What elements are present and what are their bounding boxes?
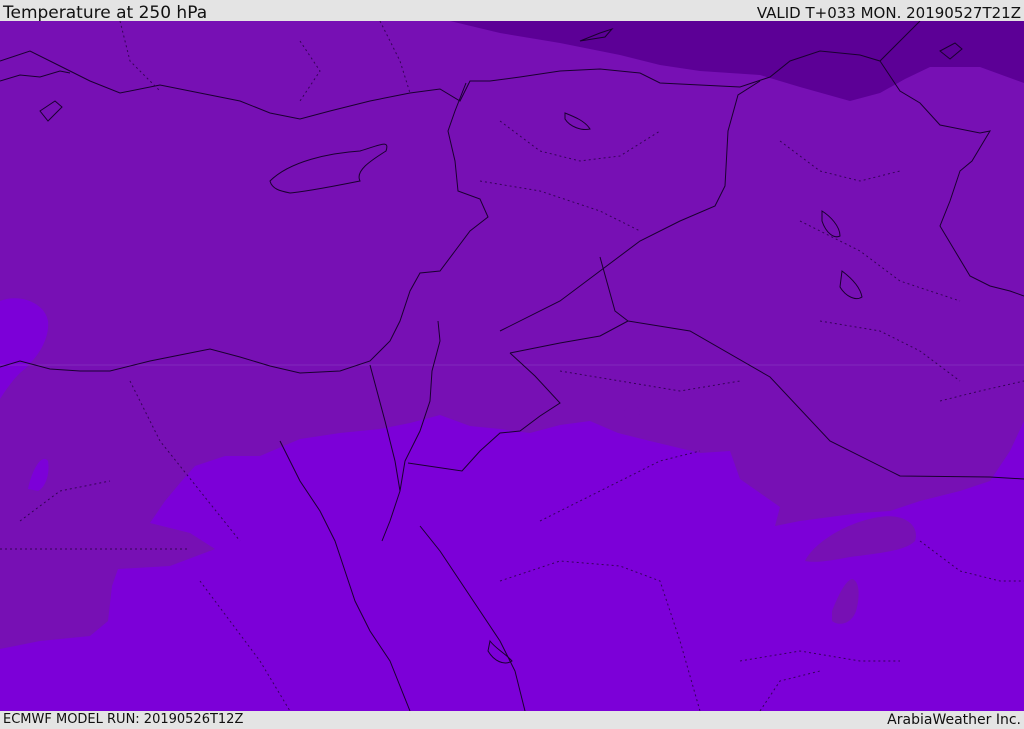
weather-map[interactable]: [0, 21, 1024, 711]
temperature-field-svg: [0, 21, 1024, 711]
model-run-label: ECMWF MODEL RUN: 20190526T12Z: [3, 712, 244, 727]
brand-label: ArabiaWeather Inc.: [887, 712, 1021, 728]
map-title: Temperature at 250 hPa: [3, 3, 208, 23]
valid-time-label: VALID T+033 MON. 20190527T21Z: [756, 4, 1021, 22]
